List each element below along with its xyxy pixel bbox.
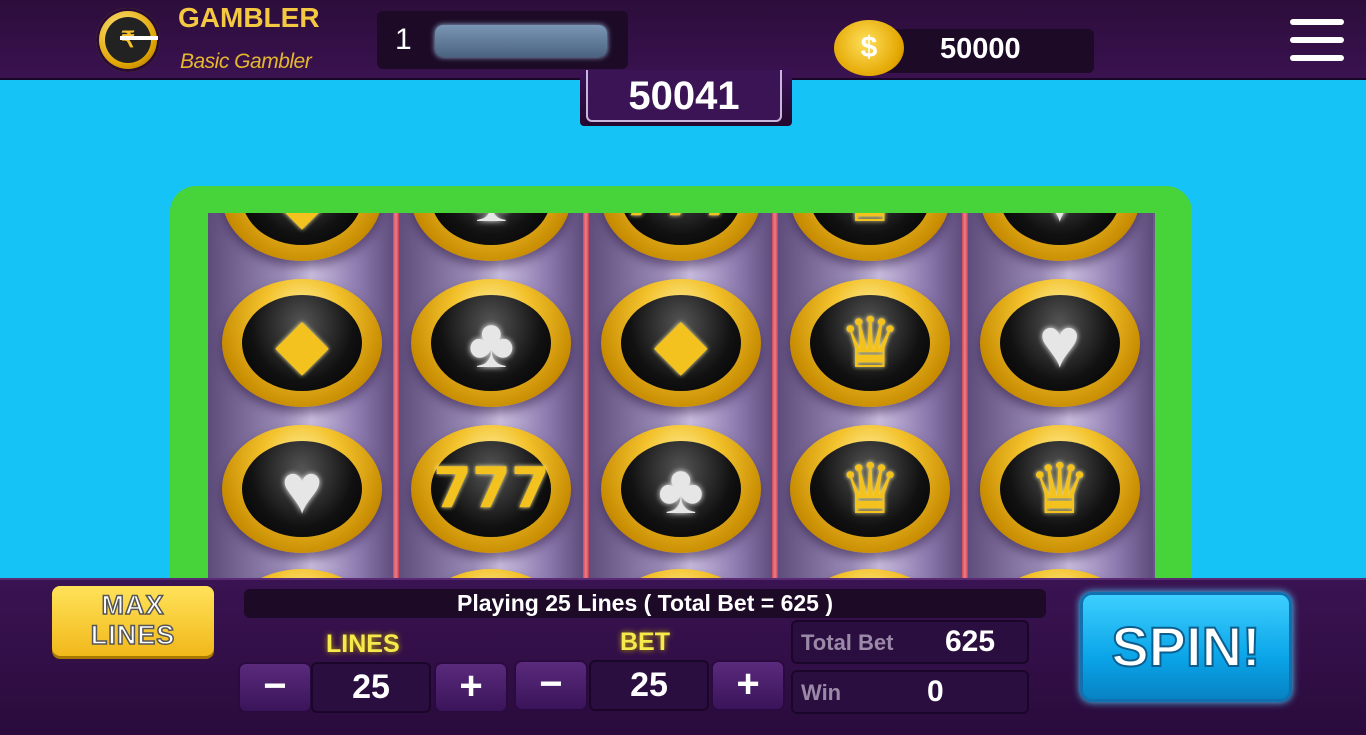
level-number: 1 [395,23,412,56]
seven-glyph-icon: 777 [432,456,550,521]
crown-symbol-icon: ♛ [790,279,951,407]
jackpot-frame: 50041 [586,70,782,122]
bet-label: BET [620,628,670,656]
status-text: Playing 25 Lines ( Total Bet = 625 ) [457,590,833,616]
slot-reels[interactable]: ◆◆♥◆♣♣777♣777◆♣777♛♛♛♛♥♥♛♥ [208,213,1155,583]
jackpot-panel: 50041 [580,70,792,126]
bet-increase-button[interactable]: + [711,660,785,711]
heart-symbol-icon: ♥ [979,279,1140,407]
crown-glyph-icon: ♛ [1028,450,1091,528]
crown-symbol-icon: ♛ [790,213,951,261]
top-bar: ₹ GAMBLER Basic Gambler 1 $ 50000 [0,0,1366,80]
menu-line [1290,55,1344,61]
level-panel: 1 [377,11,628,69]
club-symbol-icon: ♣ [600,425,761,553]
crown-glyph-icon: ♛ [838,304,902,382]
menu-line [1290,37,1344,43]
logo-arrow [120,36,158,40]
lines-label: LINES [326,630,400,658]
crown-symbol-icon: ♛ [790,425,951,553]
coin-icon: $ [834,20,904,76]
total-bet-label: Total Bet [801,630,894,655]
diamond-glyph-icon: ◆ [275,304,329,382]
lines-increase-button[interactable]: + [434,662,508,713]
heart-glyph-icon: ♥ [1038,304,1081,382]
lines-decrease-button[interactable]: − [238,662,312,713]
diamond-symbol-icon: ◆ [222,279,382,407]
jackpot-value: 50041 [628,74,740,118]
seven-glyph-icon: 777 [601,213,761,261]
crown-glyph-icon: ♛ [838,450,902,528]
total-bet-panel: Total Bet 625 [791,620,1029,664]
logo-core: ₹ [105,17,151,63]
xp-progress-bar [435,25,607,57]
coin-balance: 50000 [940,33,1021,65]
reel-divider [772,213,779,583]
status-bar: Playing 25 Lines ( Total Bet = 625 ) [244,589,1046,618]
gambler-logo-icon[interactable]: ₹ [96,8,160,72]
reel-divider [393,213,400,583]
brand-subtitle: Basic Gambler [180,50,312,73]
diamond-glyph-icon: ◆ [222,213,382,261]
win-label: Win [801,680,842,705]
seven-symbol-icon: 777 [600,213,761,261]
reel-divider [961,213,968,583]
club-symbol-icon: ♣ [411,213,572,261]
heart-glyph-icon: ♥ [980,213,1140,261]
diamond-symbol-icon: ◆ [222,213,382,261]
total-bet-value: 625 [945,625,996,658]
lines-value: 25 [311,662,431,713]
brand-title: GAMBLER [178,2,320,33]
diamond-glyph-icon: ◆ [653,304,708,382]
club-symbol-icon: ♣ [411,279,572,407]
club-glyph-icon: ♣ [411,213,571,261]
hamburger-menu-icon[interactable] [1290,19,1344,61]
heart-symbol-icon: ♥ [979,213,1140,261]
heart-glyph-icon: ♥ [281,450,323,528]
bet-decrease-button[interactable]: − [514,660,588,711]
win-value: 0 [927,675,944,708]
max-lines-button[interactable]: MAX LINES [52,586,214,656]
max-lines-label-top: MAX [101,589,165,621]
seven-symbol-icon: 777 [411,425,572,553]
bet-value: 25 [589,660,709,711]
club-glyph-icon: ♣ [657,450,704,528]
crown-symbol-icon: ♛ [979,425,1140,553]
heart-symbol-icon: ♥ [222,425,382,553]
diamond-symbol-icon: ◆ [600,279,761,407]
menu-line [1290,19,1344,25]
crown-glyph-icon: ♛ [790,213,950,261]
reel-divider [582,213,589,583]
spin-button[interactable]: SPIN! [1080,592,1292,702]
win-panel: Win 0 [791,670,1029,714]
max-lines-label-bottom: LINES [90,619,176,651]
spin-label: SPIN! [1110,614,1261,679]
club-glyph-icon: ♣ [468,304,515,382]
